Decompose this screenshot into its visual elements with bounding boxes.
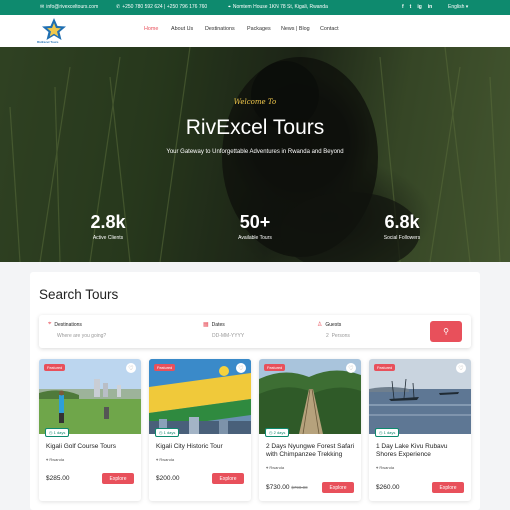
featured-badge: Featured [374, 364, 396, 371]
tour-name[interactable]: Kigali City Historic Tour [156, 443, 248, 451]
location-pin-icon: ⌖ [228, 4, 231, 10]
search-button[interactable]: ⚲ [430, 321, 462, 342]
location-pin-icon: ⌖ [156, 457, 159, 462]
destinations-input[interactable]: Where are you going? [48, 333, 106, 339]
tour-old-price: $790.00 [291, 485, 308, 490]
heart-icon[interactable]: ♡ [236, 363, 246, 373]
stat-available-tours: 50+ Available Tours [238, 212, 272, 241]
tour-price: $200.00 [156, 475, 180, 482]
featured-badge: Featured [44, 364, 66, 371]
location-pin-icon: ⌖ [48, 321, 52, 327]
star-logo-icon [42, 18, 66, 40]
phone-icon: ✆ [116, 4, 121, 10]
contact-email[interactable]: ✉ info@rivexceltours.com [40, 4, 98, 10]
tour-card-kigali-city[interactable]: Featured ♡ ◷ 1 days Kigali City Historic… [149, 359, 251, 501]
hero-welcome: Welcome To [233, 98, 277, 106]
clock-icon: ◷ [49, 430, 53, 435]
tour-location: ⌖ Rwanda [156, 457, 175, 462]
location-pin-icon: ⌖ [46, 457, 49, 462]
guests-field[interactable]: ♙ Guests 2 Persons [317, 321, 350, 340]
stat-active-clients: 2.8k Active Clients [90, 212, 126, 241]
featured-badge: Featured [264, 364, 286, 371]
stat-social-followers: 6.8k Social Followers [383, 212, 421, 241]
explore-button[interactable]: Explore [432, 482, 464, 493]
tour-name[interactable]: 2 Days Nyungwe Forest Safari with Chimpa… [266, 443, 358, 460]
instagram-icon[interactable]: ig [417, 4, 421, 10]
destinations-field[interactable]: ⌖ Destinations Where are you going? [48, 321, 106, 339]
linkedin-icon[interactable]: in [428, 4, 432, 10]
tour-location: ⌖ Rwanda [46, 457, 65, 462]
heart-icon[interactable]: ♡ [346, 363, 356, 373]
tour-location: ⌖ Rwanda [266, 465, 285, 470]
contact-address: ⌖ Nomtem House 1KN 78 St, Kigali, Rwanda [228, 4, 328, 10]
duration-badge: ◷ 1 days [375, 428, 400, 437]
clock-icon: ◷ [269, 430, 273, 435]
featured-badge: Featured [154, 364, 176, 371]
search-heading: Search Tours [39, 287, 119, 302]
tour-card-lake-kivu[interactable]: Featured ♡ ◷ 1 days 1 Day Lake Kivu Ruba… [369, 359, 471, 501]
tour-price: $730.00 $790.00 [266, 484, 308, 491]
location-pin-icon: ⌖ [266, 465, 269, 470]
main-navigation: RivExcel Tours Home About Us Destination… [0, 15, 510, 47]
social-links: f t ig in [402, 4, 432, 10]
hero-section: Welcome To RivExcel Tours Your Gateway t… [0, 47, 510, 262]
hero-subtitle: Your Gateway to Unforgettable Adventures… [166, 149, 344, 155]
twitter-icon[interactable]: t [410, 4, 412, 10]
tour-location: ⌖ Rwanda [376, 465, 395, 470]
explore-button[interactable]: Explore [322, 482, 354, 493]
search-tours-panel: Search Tours ⌖ Destinations Where are you… [30, 272, 480, 510]
tour-card-golf[interactable]: Featured ♡ ◷ 1 days Kigali Golf Course T… [39, 359, 141, 501]
tour-card-nyungwe[interactable]: Featured ♡ ◷ 2 days 2 Days Nyungwe Fores… [259, 359, 361, 501]
dates-input[interactable]: DD-MM-YYYY [203, 333, 244, 339]
language-selector[interactable]: English ▾ [448, 4, 468, 10]
nav-home[interactable]: Home [144, 26, 158, 32]
nav-packages[interactable]: Packages [247, 26, 271, 32]
tour-price: $285.00 [46, 475, 70, 482]
guests-input[interactable]: 2 Persons [317, 333, 350, 339]
duration-badge: ◷ 1 days [155, 428, 180, 437]
duration-badge: ◷ 2 days [265, 428, 290, 437]
clock-icon: ◷ [159, 430, 163, 435]
mail-icon: ✉ [40, 4, 45, 10]
top-bar: ✉ info@rivexceltours.com ✆ +250 780 592 … [0, 0, 510, 15]
tour-price: $260.00 [376, 484, 400, 491]
calendar-icon: ▦ [203, 322, 209, 328]
search-bar: ⌖ Destinations Where are you going? ▦ Date… [39, 315, 471, 348]
dates-field[interactable]: ▦ Dates DD-MM-YYYY [203, 321, 244, 340]
tour-name[interactable]: 1 Day Lake Kivu Rubavu Shores Experience [376, 443, 468, 460]
explore-button[interactable]: Explore [212, 473, 244, 484]
nav-contact[interactable]: Contact [320, 26, 339, 32]
nav-about-us[interactable]: About Us [171, 26, 193, 32]
clock-icon: ◷ [379, 430, 383, 435]
duration-badge: ◷ 1 days [45, 428, 70, 437]
search-icon: ⚲ [443, 327, 449, 336]
explore-button[interactable]: Explore [102, 473, 134, 484]
heart-icon[interactable]: ♡ [456, 363, 466, 373]
facebook-icon[interactable]: f [402, 4, 404, 10]
logo-text: RivExcel Tours [37, 40, 59, 44]
contact-phone[interactable]: ✆ +250 780 592 624 | +250 796 176 760 [116, 4, 207, 10]
heart-icon[interactable]: ♡ [126, 363, 136, 373]
tour-name[interactable]: Kigali Golf Course Tours [46, 443, 138, 451]
hero-title: RivExcel Tours [185, 116, 325, 139]
user-icon: ♙ [317, 322, 323, 328]
location-pin-icon: ⌖ [376, 465, 379, 470]
nav-news-blog[interactable]: News | Blog [281, 26, 310, 32]
nav-destinations[interactable]: Destinations [205, 26, 235, 32]
